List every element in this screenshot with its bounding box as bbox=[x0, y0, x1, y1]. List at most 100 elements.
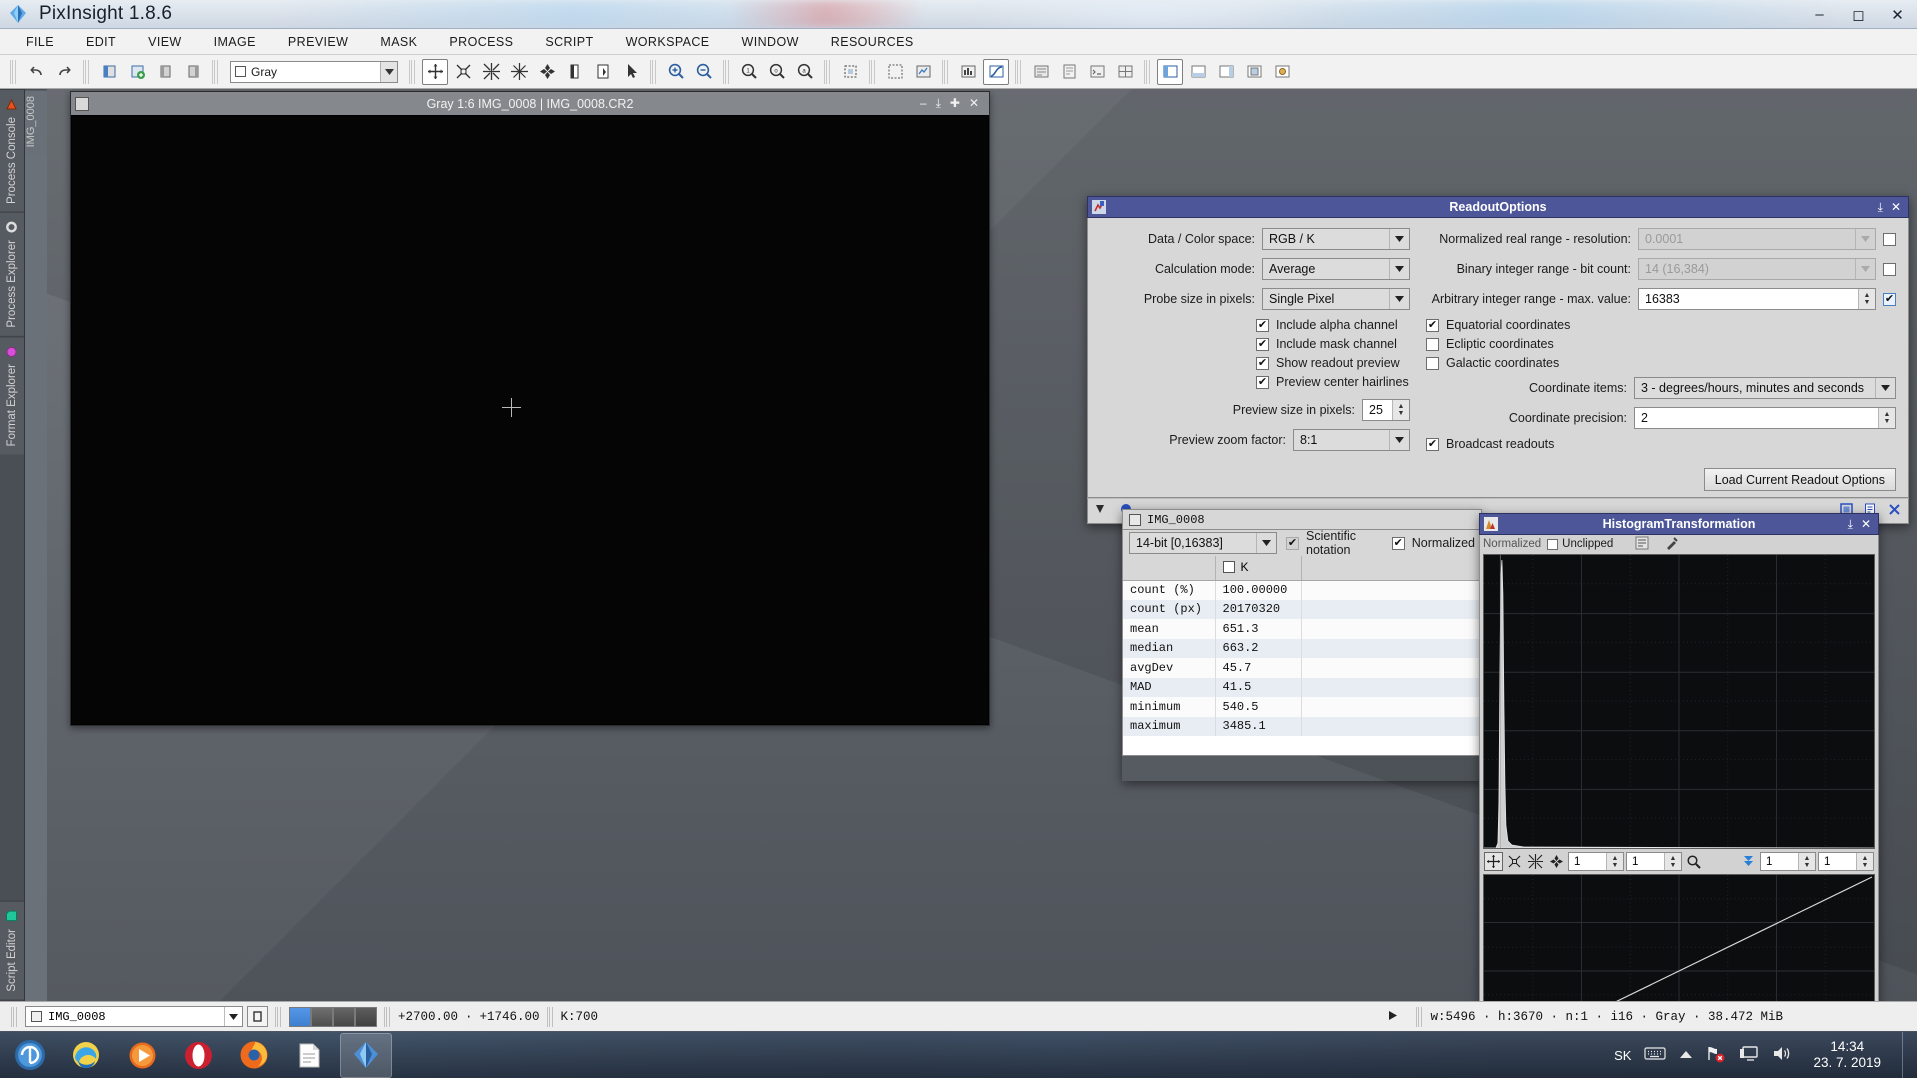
zoom-fit-icon[interactable] bbox=[1505, 852, 1524, 871]
close-icon[interactable] bbox=[1887, 502, 1902, 520]
table-row[interactable]: median 663.2 bbox=[1123, 638, 1481, 658]
auto-clip-icon[interactable] bbox=[1739, 852, 1758, 871]
menu-process[interactable]: PROCESS bbox=[433, 31, 529, 53]
chevron-down-icon[interactable] bbox=[224, 1007, 242, 1026]
spinner-icon[interactable]: ▲ ▼ bbox=[1878, 408, 1895, 428]
broadcast-readouts-checkbox[interactable]: Broadcast readouts bbox=[1426, 437, 1896, 451]
table-row[interactable]: count (px) 20170320 bbox=[1123, 599, 1481, 619]
redo-icon[interactable] bbox=[51, 59, 77, 85]
statusbar-view-selector[interactable]: IMG_0008 bbox=[25, 1006, 243, 1027]
zoom-fit-icon[interactable] bbox=[450, 59, 476, 85]
statistics-table[interactable]: K count (%) 100.00000 count (px) 20170320 … bbox=[1122, 556, 1482, 756]
pan-icon[interactable] bbox=[1547, 852, 1566, 871]
coordinate-precision-input[interactable]: 2 ▲ ▼ bbox=[1634, 407, 1896, 429]
list-view-icon[interactable] bbox=[1635, 536, 1649, 553]
start-button[interactable] bbox=[4, 1033, 56, 1078]
menu-script[interactable]: SCRIPT bbox=[529, 31, 609, 53]
table-row[interactable]: mean 651.3 bbox=[1123, 619, 1481, 639]
maximize-icon[interactable]: ⤓ bbox=[936, 96, 941, 111]
process-icon[interactable] bbox=[1028, 59, 1054, 85]
output-zoom-x-input[interactable]: 1 ▲ ▼ bbox=[1760, 852, 1816, 871]
normalized-real-range-combo[interactable]: 0.0001 bbox=[1638, 228, 1876, 250]
keyboard-icon[interactable] bbox=[1644, 1046, 1667, 1064]
opera-button[interactable] bbox=[172, 1033, 224, 1078]
statistics-view-selector[interactable]: IMG_0008 bbox=[1122, 509, 1482, 530]
pan-icon[interactable] bbox=[534, 59, 560, 85]
view-tab-img0008[interactable]: IMG_0008 bbox=[25, 89, 47, 154]
sidebar-item-format-explorer[interactable]: Format Explorer bbox=[0, 335, 24, 454]
duplicate-image-icon[interactable] bbox=[152, 59, 178, 85]
menu-file[interactable]: FILE bbox=[10, 31, 70, 53]
settings-icon[interactable] bbox=[1269, 59, 1295, 85]
zoom-out-icon[interactable] bbox=[691, 59, 717, 85]
table-row[interactable]: MAD 41.5 bbox=[1123, 677, 1481, 697]
zoom-fit-view-icon[interactable]: o bbox=[764, 59, 790, 85]
table-row[interactable]: avgDev 45.7 bbox=[1123, 658, 1481, 678]
menu-window[interactable]: WINDOW bbox=[726, 31, 815, 53]
dock-left-icon[interactable] bbox=[1157, 58, 1183, 85]
copy-image-icon[interactable] bbox=[180, 59, 206, 85]
include-mask-channel-checkbox[interactable]: Include mask channel bbox=[1256, 337, 1410, 351]
display-icon[interactable] bbox=[1739, 1045, 1759, 1065]
chevron-down-icon[interactable] bbox=[1389, 430, 1409, 450]
close-icon[interactable]: ✕ bbox=[1891, 200, 1901, 215]
close-icon[interactable]: ✕ bbox=[1861, 517, 1871, 532]
equatorial-coordinates-checkbox[interactable]: Equatorial coordinates bbox=[1426, 318, 1896, 332]
chevron-down-icon[interactable] bbox=[1855, 259, 1875, 279]
output-histogram-plot[interactable] bbox=[1483, 874, 1875, 1001]
input-histogram-plot[interactable] bbox=[1483, 554, 1875, 849]
channel-k-checkbox[interactable] bbox=[1222, 560, 1235, 573]
minimize-icon[interactable]: ‒ bbox=[920, 96, 927, 111]
checkbox-icon[interactable] bbox=[1256, 356, 1269, 370]
mask-icon[interactable] bbox=[562, 59, 588, 85]
histogram-transformation-window[interactable]: HistogramTransformation ⤓ ✕ Normalized U… bbox=[1479, 513, 1879, 1001]
close-icon[interactable]: ✕ bbox=[969, 96, 979, 111]
zoom-1-1-icon[interactable]: 1 bbox=[736, 59, 762, 85]
sidebar-item-script-editor[interactable]: Script Editor bbox=[0, 901, 24, 1001]
firefox-button[interactable] bbox=[228, 1033, 280, 1078]
edge-button[interactable] bbox=[60, 1033, 112, 1078]
zoom-icon[interactable] bbox=[1684, 852, 1703, 871]
view-properties-button[interactable] bbox=[247, 1006, 268, 1027]
menu-resources[interactable]: RESOURCES bbox=[815, 31, 930, 53]
menu-view[interactable]: VIEW bbox=[132, 31, 198, 53]
checkbox-icon[interactable] bbox=[1256, 375, 1269, 389]
zoom-expand-icon[interactable] bbox=[506, 59, 532, 85]
preview-size-input[interactable]: 25 ▲ ▼ bbox=[1362, 399, 1410, 421]
arrow-select-icon[interactable] bbox=[618, 59, 644, 85]
table-row[interactable]: minimum 540.5 bbox=[1123, 697, 1481, 717]
image-canvas[interactable] bbox=[71, 115, 989, 725]
ecliptic-coordinates-checkbox[interactable]: Ecliptic coordinates bbox=[1426, 337, 1896, 351]
dock-bottom-icon[interactable] bbox=[1185, 59, 1211, 85]
menu-mask[interactable]: MASK bbox=[364, 31, 433, 53]
tile-icon[interactable] bbox=[1112, 59, 1138, 85]
console-icon[interactable] bbox=[1084, 59, 1110, 85]
table-row[interactable]: maximum 3485.1 bbox=[1123, 716, 1481, 736]
view-selector[interactable]: Gray bbox=[230, 60, 398, 83]
sidebar-item-process-console[interactable]: Process Console bbox=[0, 89, 24, 212]
media-player-button[interactable] bbox=[116, 1033, 168, 1078]
probe-size-combo[interactable]: Single Pixel bbox=[1262, 288, 1410, 310]
expand-icon[interactable] bbox=[882, 59, 908, 85]
new-image-icon[interactable] bbox=[96, 59, 122, 85]
play-icon[interactable] bbox=[1376, 1009, 1409, 1025]
screen-transfer-icon[interactable] bbox=[983, 58, 1009, 85]
scientific-notation-checkbox[interactable]: Scientific notation bbox=[1286, 529, 1383, 557]
chevron-down-icon[interactable] bbox=[1389, 229, 1409, 249]
chevron-down-icon[interactable] bbox=[1389, 259, 1409, 279]
image-window-titlebar[interactable]: Gray 1:6 IMG_0008 | IMG_0008.CR2 ‒ ⤓ ✚ ✕ bbox=[71, 92, 989, 115]
maximize-icon[interactable]: ⤓ bbox=[1848, 517, 1853, 532]
binary-integer-range-combo[interactable]: 14 (16,384) bbox=[1638, 258, 1876, 280]
arbitrary-integer-range-checkbox[interactable] bbox=[1883, 292, 1896, 306]
explorer-button[interactable] bbox=[284, 1033, 336, 1078]
crop-icon[interactable] bbox=[837, 59, 863, 85]
menu-edit[interactable]: EDIT bbox=[70, 31, 132, 53]
table-row[interactable]: count (%) 100.00000 bbox=[1123, 580, 1481, 600]
restore-icon[interactable]: ✚ bbox=[950, 96, 960, 111]
show-readout-preview-checkbox[interactable]: Show readout preview bbox=[1256, 356, 1410, 370]
spinner-icon[interactable]: ▲ ▼ bbox=[1606, 853, 1623, 870]
arbitrary-integer-range-input[interactable]: 16383 ▲ ▼ bbox=[1638, 288, 1876, 310]
checkbox-icon[interactable] bbox=[1426, 437, 1439, 451]
pixinsight-button[interactable] bbox=[340, 1032, 392, 1078]
zoom-in-icon[interactable] bbox=[663, 59, 689, 85]
